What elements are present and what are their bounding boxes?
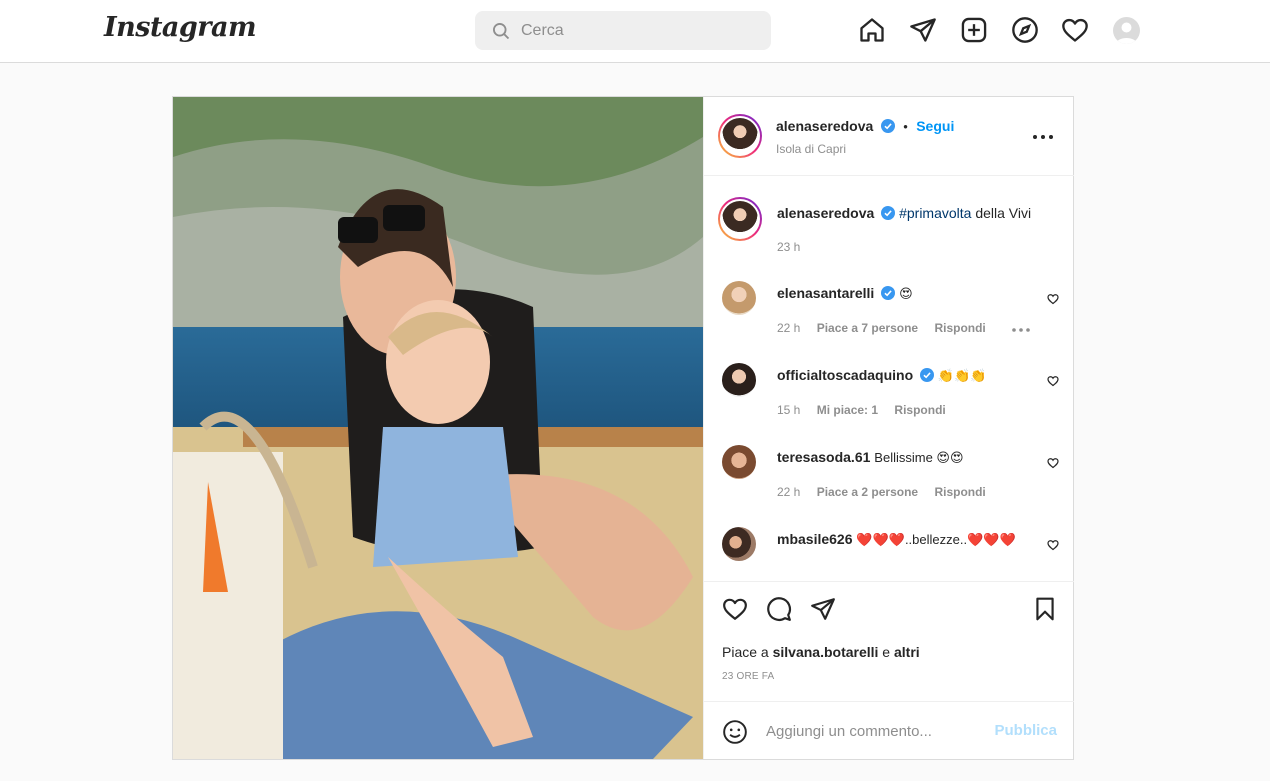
comment-text: elenasantarelli 😍	[777, 284, 1042, 303]
comment-options-icon[interactable]	[1011, 327, 1031, 333]
author-line: alenaseredova • Segui	[776, 118, 954, 136]
comment-like-heart-icon[interactable]	[1047, 539, 1059, 551]
profile-avatar[interactable]	[1113, 17, 1140, 44]
comment-avatar[interactable]	[722, 363, 756, 397]
post-timestamp[interactable]: 23 ORE FA	[722, 671, 774, 682]
comment-avatar[interactable]	[722, 445, 756, 479]
comment-meta: 15 h Mi piace: 1 Rispondi	[777, 403, 959, 417]
likes-user-link[interactable]: silvana.botarelli	[773, 644, 879, 660]
comment-time[interactable]: 22 h	[777, 485, 800, 499]
comment-body: Bellissime 😍😍	[874, 450, 964, 465]
comment-username[interactable]: officialtoscadaquino	[777, 367, 913, 383]
comment-bubble-icon[interactable]	[766, 596, 792, 622]
comment-body: 😍	[899, 286, 913, 301]
reply-button[interactable]: Rispondi	[934, 485, 985, 499]
caption-body: della Vivi	[971, 205, 1032, 221]
share-send-icon[interactable]	[810, 596, 836, 622]
comment-avatar[interactable]	[722, 527, 756, 561]
comment-username[interactable]: teresasoda.61	[777, 449, 870, 465]
author-username[interactable]: alenaseredova	[776, 118, 873, 134]
comment-username[interactable]: mbasile626	[777, 531, 853, 547]
comment-body: ❤️❤️❤️..bellezze..❤️❤️❤️	[856, 532, 1016, 547]
caption-text: alenaseredova #primavolta della Vivi	[777, 204, 1042, 222]
publish-button[interactable]: Pubblica	[994, 722, 1057, 739]
verified-badge-icon	[880, 119, 895, 133]
post-sidebar: alenaseredova • Segui Isola di Capri ale…	[703, 97, 1074, 759]
comment-avatar[interactable]	[722, 281, 756, 315]
search-icon	[493, 23, 510, 40]
activity-heart-icon[interactable]	[1061, 16, 1089, 44]
post-photo[interactable]	[173, 97, 703, 759]
likes-mid: e	[878, 644, 894, 660]
more-options-icon[interactable]	[1032, 133, 1054, 141]
comment-body: 👏👏👏	[937, 368, 987, 383]
verified-badge-icon	[881, 286, 896, 300]
comment-meta: 22 h Piace a 7 persone Rispondi	[777, 321, 999, 335]
reply-button[interactable]: Rispondi	[894, 403, 945, 417]
instagram-logo[interactable]: Instagram	[104, 12, 257, 43]
post-actions: Piace a silvana.botarelli e altri 23 ORE…	[704, 581, 1074, 701]
follow-button[interactable]: Segui	[916, 118, 954, 134]
comment-likes-count[interactable]: Mi piace: 1	[817, 403, 878, 417]
separator-dot: •	[903, 119, 908, 134]
post-header: alenaseredova • Segui Isola di Capri	[704, 97, 1074, 176]
post-location[interactable]: Isola di Capri	[776, 142, 846, 156]
comment-username[interactable]: elenasantarelli	[777, 285, 874, 301]
caption-meta: 23 h	[777, 240, 813, 254]
top-navigation-bar: Instagram	[0, 0, 1270, 63]
author-avatar[interactable]	[718, 114, 762, 158]
explore-compass-icon[interactable]	[1011, 16, 1039, 44]
likes-prefix: Piace a	[722, 644, 773, 660]
likes-others-link[interactable]: altri	[894, 644, 920, 660]
comment-text: officialtoscadaquino 👏👏👏	[777, 366, 1042, 385]
post-card: alenaseredova • Segui Isola di Capri ale…	[172, 96, 1074, 760]
reply-button[interactable]: Rispondi	[934, 321, 985, 335]
comment-meta: 22 h Piace a 2 persone Rispondi	[777, 485, 999, 499]
comment-like-heart-icon[interactable]	[1047, 293, 1059, 305]
caption-username[interactable]: alenaseredova	[777, 205, 874, 221]
emoji-smiley-icon[interactable]	[722, 719, 748, 745]
save-bookmark-icon[interactable]	[1032, 596, 1058, 622]
comment-like-heart-icon[interactable]	[1047, 457, 1059, 469]
caption-author-avatar[interactable]	[718, 197, 762, 241]
likes-summary: Piace a silvana.botarelli e altri	[722, 644, 920, 660]
direct-message-icon[interactable]	[909, 16, 937, 44]
comment-text: teresasoda.61 Bellissime 😍😍	[777, 448, 1042, 467]
comment-time[interactable]: 22 h	[777, 321, 800, 335]
comment-like-heart-icon[interactable]	[1047, 375, 1059, 387]
post-photo-illustration	[173, 97, 703, 759]
comment-likes-count[interactable]: Piace a 2 persone	[817, 485, 918, 499]
caption-hashtag[interactable]: #primavolta	[899, 205, 971, 221]
comment-time[interactable]: 15 h	[777, 403, 800, 417]
comment-text: mbasile626 ❤️❤️❤️..bellezze..❤️❤️❤️	[777, 530, 1042, 549]
search-box[interactable]	[475, 11, 771, 50]
like-heart-icon[interactable]	[722, 596, 748, 622]
comments-list[interactable]: alenaseredova #primavolta della Vivi 23 …	[704, 177, 1074, 581]
add-comment-bar: Pubblica	[704, 701, 1074, 759]
new-post-icon[interactable]	[960, 16, 988, 44]
verified-badge-icon	[920, 368, 935, 382]
default-avatar-icon	[1116, 22, 1137, 44]
search-input[interactable]	[521, 20, 751, 42]
verified-badge-icon	[881, 206, 896, 220]
home-icon[interactable]	[858, 16, 886, 44]
caption-time[interactable]: 23 h	[777, 240, 800, 254]
comment-likes-count[interactable]: Piace a 7 persone	[817, 321, 918, 335]
add-comment-input[interactable]	[766, 720, 986, 742]
